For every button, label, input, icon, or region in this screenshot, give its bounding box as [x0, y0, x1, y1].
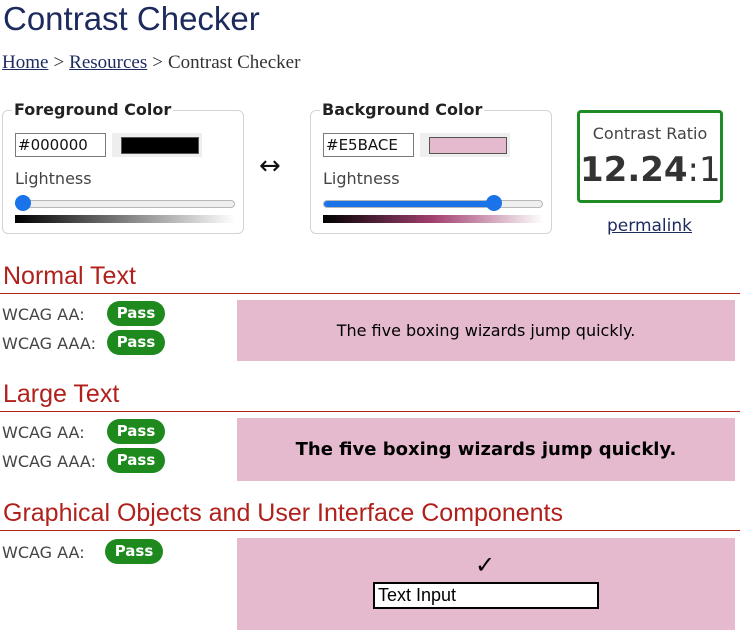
- background-color-legend: Background Color: [320, 100, 485, 119]
- contrast-ratio-box: Contrast Ratio 12.24:1: [577, 110, 723, 203]
- normal-text-heading: Normal Text: [3, 262, 136, 290]
- sample-text-input[interactable]: [373, 582, 599, 609]
- background-swatch: [429, 137, 507, 154]
- breadcrumb-separator: >: [152, 52, 163, 73]
- foreground-color-panel: Foreground Color Lightness: [2, 100, 244, 234]
- large-text-heading: Large Text: [3, 380, 120, 408]
- breadcrumb-current: Contrast Checker: [167, 52, 301, 73]
- section-divider: [0, 411, 740, 412]
- large-text-sample: The five boxing wizards jump quickly.: [237, 418, 735, 481]
- background-color-panel: Background Color Lightness: [310, 100, 552, 234]
- normal-aaa-pass-badge: Pass: [107, 330, 165, 355]
- foreground-hex-input[interactable]: [15, 133, 106, 157]
- graphical-wcag-aa-label: WCAG AA:: [2, 543, 85, 562]
- checkmark-icon: ✓: [475, 551, 496, 579]
- breadcrumb-home-link[interactable]: Home: [2, 52, 48, 73]
- contrast-ratio-number: 12.24: [580, 150, 688, 190]
- foreground-lightness-thumb[interactable]: [15, 195, 31, 211]
- large-aa-pass-badge: Pass: [107, 419, 165, 444]
- breadcrumb-separator: >: [53, 52, 65, 73]
- foreground-swatch: [121, 137, 199, 154]
- background-lightness-fill: [324, 201, 499, 207]
- normal-sample-text: The five boxing wizards jump quickly.: [336, 321, 636, 340]
- large-wcag-aaa-label: WCAG AAA:: [2, 452, 96, 471]
- foreground-color-legend: Foreground Color: [12, 100, 174, 119]
- section-divider: [0, 530, 740, 531]
- foreground-lightness-label: Lightness: [15, 169, 92, 188]
- background-hex-input[interactable]: [323, 133, 414, 157]
- background-lightness-label: Lightness: [323, 169, 400, 188]
- large-sample-text: The five boxing wizards jump quickly.: [295, 439, 677, 460]
- section-divider: [0, 293, 740, 294]
- large-aaa-pass-badge: Pass: [107, 448, 165, 473]
- normal-text-sample: The five boxing wizards jump quickly.: [237, 300, 735, 361]
- graphical-objects-heading: Graphical Objects and User Interface Com…: [3, 499, 563, 527]
- foreground-lightness-track[interactable]: [15, 200, 235, 208]
- permalink-link[interactable]: permalink: [607, 216, 692, 236]
- background-lightness-gradient: [323, 215, 543, 223]
- breadcrumb-resources-link[interactable]: Resources: [69, 52, 147, 73]
- background-lightness-track[interactable]: [323, 200, 543, 208]
- graphical-aa-pass-badge: Pass: [105, 539, 163, 564]
- contrast-ratio-value: 12.24:1: [580, 150, 721, 190]
- normal-wcag-aaa-label: WCAG AAA:: [2, 334, 96, 353]
- breadcrumb: Home > Resources > Contrast Checker: [2, 52, 300, 74]
- foreground-color-picker[interactable]: [112, 133, 202, 157]
- normal-wcag-aa-label: WCAG AA:: [2, 305, 85, 324]
- background-color-picker[interactable]: [420, 133, 510, 157]
- page-title: Contrast Checker: [3, 0, 260, 37]
- contrast-ratio-label: Contrast Ratio: [592, 124, 708, 143]
- swap-colors-icon[interactable]: ↔: [259, 151, 281, 181]
- large-wcag-aa-label: WCAG AA:: [2, 423, 85, 442]
- contrast-ratio-suffix: :1: [687, 150, 721, 190]
- normal-aa-pass-badge: Pass: [107, 301, 165, 326]
- foreground-lightness-gradient: [15, 215, 235, 223]
- background-lightness-thumb[interactable]: [486, 195, 503, 211]
